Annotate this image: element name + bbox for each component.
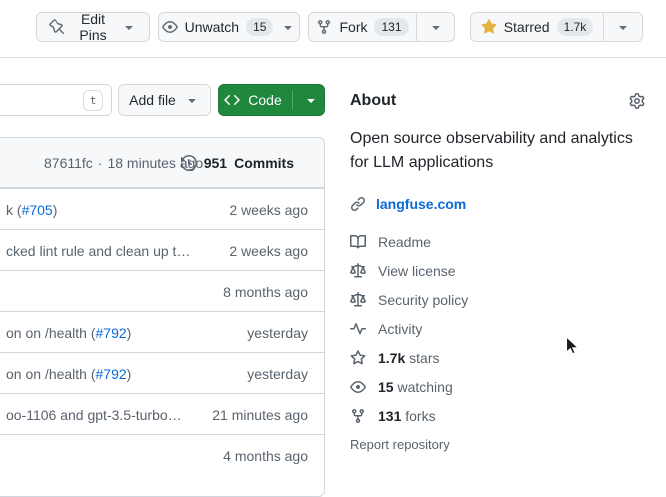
fork-count-badge: 131 xyxy=(374,18,408,36)
table-row: on on /health (#792) yesterday xyxy=(0,352,324,393)
chevron-down-icon xyxy=(303,92,319,108)
security-policy-link[interactable]: Security policy xyxy=(350,285,645,314)
commit-message[interactable]: on on /health (#792) xyxy=(6,353,131,394)
table-row: cked lint rule and clean up t… 2 weeks a… xyxy=(0,229,324,270)
commit-age[interactable]: 4 months ago xyxy=(223,435,308,476)
star-icon xyxy=(350,350,366,366)
commit-age[interactable]: 2 weeks ago xyxy=(229,230,308,271)
code-label: Code xyxy=(248,92,281,108)
fork-icon xyxy=(350,408,366,424)
commit-message[interactable]: on on /health (#792) xyxy=(6,312,131,353)
unwatch-button[interactable]: Unwatch 15 xyxy=(158,12,300,42)
link-icon xyxy=(350,196,366,212)
table-row: oo-1106 and gpt-3.5-turbo… 21 minutes ag… xyxy=(0,393,324,434)
chevron-down-icon xyxy=(615,19,631,35)
issue-link[interactable]: #792 xyxy=(96,325,127,341)
dot-separator: · xyxy=(98,155,103,171)
eye-icon xyxy=(350,379,366,395)
website-row: langfuse.com xyxy=(350,193,645,215)
history-icon xyxy=(181,155,197,171)
report-repository-link[interactable]: Report repository xyxy=(350,430,645,459)
add-file-label: Add file xyxy=(129,92,176,108)
unwatch-label: Unwatch xyxy=(185,19,239,35)
go-to-file-input[interactable]: t xyxy=(0,84,112,116)
readme-link[interactable]: Readme xyxy=(350,227,645,256)
commit-message[interactable]: k (#705) xyxy=(6,189,57,230)
activity-link[interactable]: Activity xyxy=(350,314,645,343)
starred-label: Starred xyxy=(504,19,550,35)
issue-link[interactable]: #792 xyxy=(96,366,127,382)
watch-count-badge: 15 xyxy=(246,18,273,36)
file-table: 87611fc · 18 minutes ago 951 Commits k (… xyxy=(0,137,325,497)
gear-icon[interactable] xyxy=(629,93,645,109)
commit-age[interactable]: yesterday xyxy=(247,312,308,353)
star-filled-icon xyxy=(481,19,497,35)
pin-icon xyxy=(49,19,65,35)
commits-count: 951 xyxy=(204,155,227,171)
star-dropdown-button[interactable] xyxy=(603,12,643,42)
commit-age[interactable]: 8 months ago xyxy=(223,271,308,312)
view-license-link[interactable]: View license xyxy=(350,256,645,285)
chevron-down-icon xyxy=(280,19,296,35)
latest-commit-bar: 87611fc · 18 minutes ago 951 Commits xyxy=(0,138,324,188)
repo-description: Open source observability and analytics … xyxy=(350,127,645,175)
add-file-button[interactable]: Add file xyxy=(118,84,211,116)
edit-pins-button[interactable]: Edit Pins xyxy=(36,12,150,42)
website-link[interactable]: langfuse.com xyxy=(376,196,466,212)
code-button-divider xyxy=(292,91,293,109)
latest-commit-meta: 87611fc · 18 minutes ago xyxy=(44,138,203,188)
commit-age[interactable]: 2 weeks ago xyxy=(229,189,308,230)
header-divider xyxy=(0,57,666,58)
issue-link[interactable]: #705 xyxy=(22,202,53,218)
about-section: About Open source observability and anal… xyxy=(350,88,645,459)
about-links: Readme View license Security policy Acti… xyxy=(350,227,645,459)
code-button[interactable]: Code xyxy=(218,84,325,116)
edit-pins-label: Edit Pins xyxy=(72,11,114,43)
about-title: About xyxy=(350,92,396,110)
fork-split-button: Fork 131 xyxy=(308,12,455,42)
code-icon xyxy=(224,92,240,108)
chevron-down-icon xyxy=(184,92,200,108)
table-row: on on /health (#792) yesterday xyxy=(0,311,324,352)
starred-button[interactable]: Starred 1.7k xyxy=(470,12,603,42)
forks-link[interactable]: 131 forks xyxy=(350,401,645,430)
fork-icon xyxy=(316,19,332,35)
table-row: 8 months ago xyxy=(0,270,324,311)
commit-message[interactable]: oo-1106 and gpt-3.5-turbo… xyxy=(6,394,182,435)
star-count-badge: 1.7k xyxy=(557,18,594,36)
commit-hash-link[interactable]: 87611fc xyxy=(44,155,93,171)
fork-button[interactable]: Fork 131 xyxy=(308,12,416,42)
commits-label: Commits xyxy=(234,155,294,171)
eye-icon xyxy=(162,19,178,35)
table-row: k (#705) 2 weeks ago xyxy=(0,188,324,229)
star-split-button: Starred 1.7k xyxy=(470,12,643,42)
watching-link[interactable]: 15 watching xyxy=(350,372,645,401)
law-icon xyxy=(350,263,366,279)
fork-dropdown-button[interactable] xyxy=(416,12,455,42)
keyboard-shortcut-hint: t xyxy=(83,90,103,111)
law-icon xyxy=(350,292,366,308)
table-row: 4 months ago xyxy=(0,434,324,475)
pulse-icon xyxy=(350,321,366,337)
repo-action-bar: Edit Pins Unwatch 15 Fork 131 xyxy=(0,0,666,57)
chevron-down-icon xyxy=(428,19,444,35)
fork-label: Fork xyxy=(339,19,367,35)
commit-age[interactable]: yesterday xyxy=(247,353,308,394)
chevron-down-icon xyxy=(121,19,137,35)
book-icon xyxy=(350,234,366,250)
stars-link[interactable]: 1.7k stars xyxy=(350,343,645,372)
commit-history-link[interactable]: 951 Commits xyxy=(181,138,294,188)
commit-age[interactable]: 21 minutes ago xyxy=(212,394,308,435)
commit-message[interactable]: cked lint rule and clean up t… xyxy=(6,230,190,271)
